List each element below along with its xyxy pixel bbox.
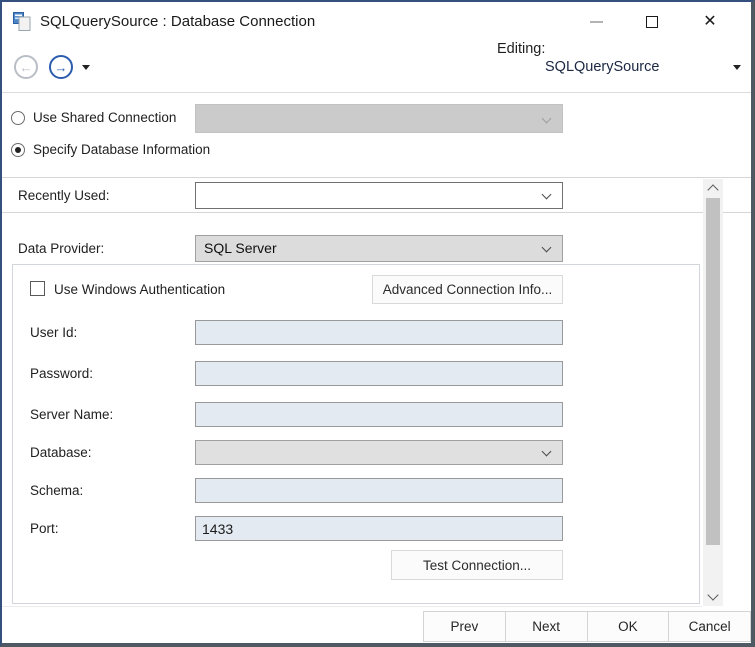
close-icon: ✕ [703,14,716,30]
test-connection-button[interactable]: Test Connection... [391,550,563,580]
back-arrow-icon: ← [20,60,33,75]
vertical-scrollbar[interactable] [703,179,723,606]
chevron-down-icon [542,447,552,457]
minimize-button[interactable] [574,2,618,42]
port-label: Port: [30,522,59,536]
separator [2,212,751,213]
user-id-label: User Id: [30,326,77,340]
data-provider-combobox[interactable]: SQL Server [195,235,563,262]
chevron-down-icon [542,114,552,124]
data-provider-label: Data Provider: [18,242,104,256]
schema-input[interactable] [195,478,563,503]
toolbar: ← → Editing: SQLQuerySource [2,42,751,93]
shared-connection-combobox [195,104,563,133]
recently-used-combobox[interactable] [195,182,563,209]
next-button[interactable]: Next [505,612,587,641]
editing-label: Editing: [497,42,545,56]
server-name-input[interactable] [195,402,563,427]
database-combobox[interactable] [195,440,563,465]
user-id-input[interactable] [195,320,563,345]
recently-used-label: Recently Used: [18,189,110,203]
advanced-connection-info-button[interactable]: Advanced Connection Info... [372,275,563,304]
forward-dropdown-caret-icon[interactable] [82,65,90,70]
server-name-label: Server Name: [30,408,113,422]
forward-button[interactable]: → [49,55,73,79]
radio-specify-database-information-label[interactable]: Specify Database Information [33,143,210,157]
schema-label: Schema: [30,484,83,498]
dialog-window: SQLQuerySource : Database Connection ✕ ←… [0,0,755,647]
minimize-icon [590,21,603,23]
password-label: Password: [30,367,93,381]
cancel-button[interactable]: Cancel [668,612,750,641]
editing-combobox[interactable]: SQLQuerySource [543,50,749,84]
radio-use-shared-connection-label[interactable]: Use Shared Connection [33,111,176,125]
chevron-down-icon [542,190,552,200]
prev-button[interactable]: Prev [424,612,505,641]
datasource-icon [12,11,33,32]
database-label: Database: [30,446,92,460]
scrollbar-up-arrow-icon[interactable] [703,179,723,197]
port-input[interactable] [195,516,563,541]
maximize-button[interactable] [630,2,674,42]
radio-specify-database-information[interactable] [11,143,25,157]
back-button[interactable]: ← [14,55,38,79]
separator [2,606,702,607]
separator [2,177,751,178]
radio-use-shared-connection[interactable] [11,111,25,125]
password-input[interactable] [195,361,563,386]
maximize-icon [646,16,658,28]
use-windows-authentication-label[interactable]: Use Windows Authentication [54,283,225,297]
data-provider-value: SQL Server [196,236,562,261]
database-info-groupbox [12,264,700,604]
ok-button[interactable]: OK [587,612,669,641]
close-button[interactable]: ✕ [688,2,732,42]
chevron-down-icon [733,65,741,70]
window-title: SQLQuerySource : Database Connection [40,2,315,42]
use-windows-authentication-checkbox[interactable] [30,281,45,296]
forward-arrow-icon: → [55,60,68,75]
scrollbar-thumb[interactable] [706,198,720,545]
scrollbar-down-arrow-icon[interactable] [703,588,723,606]
editing-combobox-value: SQLQuerySource [545,50,659,84]
title-bar: SQLQuerySource : Database Connection ✕ [2,2,751,42]
footer-button-bar: Prev Next OK Cancel [423,611,751,642]
